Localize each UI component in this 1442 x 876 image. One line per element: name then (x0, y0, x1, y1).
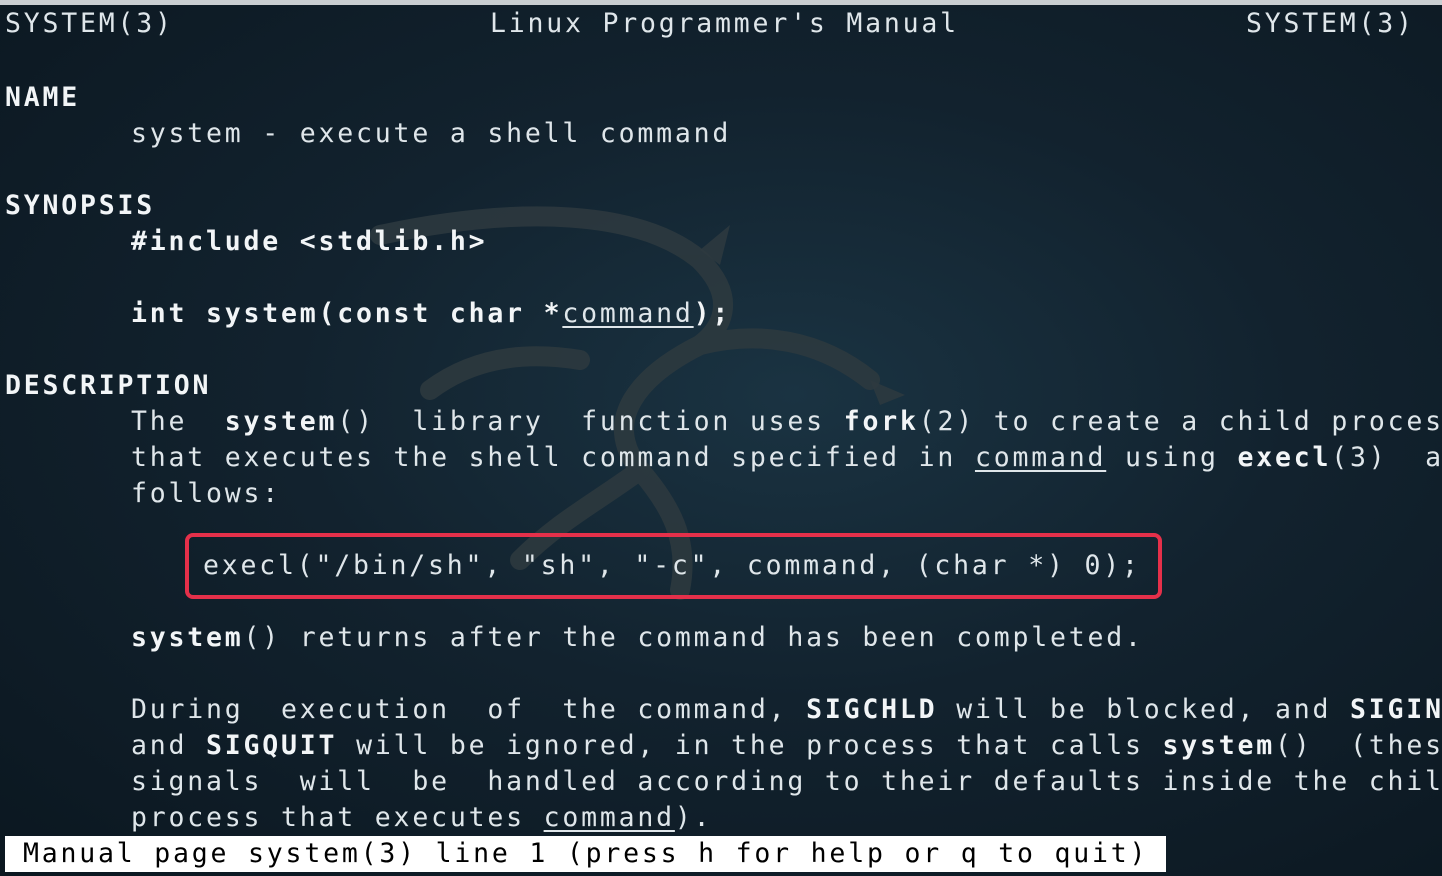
section-name-heading: NAME (5, 82, 81, 113)
desc-p3-line3: signals will be handled according to the… (131, 766, 1442, 797)
desc-p1-line3: follows: (131, 478, 282, 509)
header-left: SYSTEM(3) (5, 8, 174, 39)
desc-p1-line2: that executes the shell command specifie… (131, 442, 1442, 473)
section-description-heading: DESCRIPTION (5, 370, 212, 401)
synopsis-include: #include <stdlib.h> (131, 226, 488, 257)
header-title: Linux Programmer's Manual (490, 8, 959, 39)
desc-p3-line1: During execution of the command, SIGCHLD… (131, 694, 1442, 725)
man-page-terminal: SYSTEM(3) Linux Programmer's Manual SYST… (0, 0, 1442, 876)
section-synopsis-heading: SYNOPSIS (5, 190, 156, 221)
desc-p1-line1: The system() library function uses fork(… (131, 406, 1442, 437)
header-right: SYSTEM(3) (1246, 8, 1415, 39)
synopsis-prototype: int system(const char *command); (131, 296, 731, 332)
prototype-end: ); (693, 298, 732, 329)
pager-status-bar: Manual page system(3) line 1 (press h fo… (5, 836, 1167, 872)
desc-p3-line4: process that executes command). (131, 802, 713, 833)
code-example: execl("/bin/sh", "sh", "-c", command, (c… (203, 550, 1141, 581)
desc-p2: system() returns after the command has b… (131, 622, 1144, 653)
name-text: system - execute a shell command (131, 118, 732, 149)
prototype-argument: command (562, 298, 694, 329)
desc-p3-line2: and SIGQUIT will be ignored, in the proc… (131, 730, 1442, 761)
prototype-signature: int system(const char * (131, 298, 563, 329)
